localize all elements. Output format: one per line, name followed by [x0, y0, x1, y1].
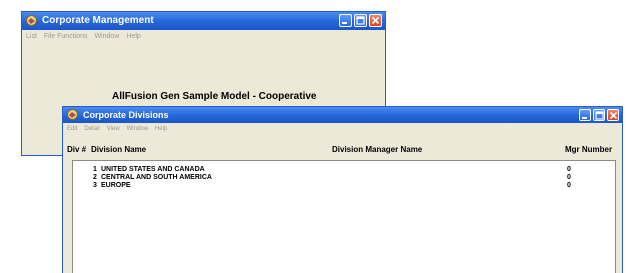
menu-item-edit[interactable]: Edit	[67, 123, 77, 135]
maximize-button[interactable]	[593, 109, 605, 121]
corporate-divisions-window: Corporate Divisions Edit Detail View Win…	[62, 106, 623, 273]
column-header-division-name: Division Name	[91, 145, 147, 154]
table-row[interactable]: 3 EUROPE 0	[73, 182, 615, 191]
close-button[interactable]	[369, 14, 382, 27]
column-header-div-number: Div #	[67, 145, 87, 154]
menu-item-help[interactable]: Help	[155, 123, 167, 135]
row-div-number: 2	[93, 174, 97, 181]
row-division-name: EUROPE	[101, 182, 131, 189]
title-bar[interactable]: Corporate Divisions	[63, 107, 622, 123]
column-headers: Div # Division Name Division Manager Nam…	[63, 145, 622, 157]
minimize-icon	[342, 22, 347, 24]
close-icon	[609, 111, 618, 120]
maximize-button[interactable]	[354, 14, 367, 27]
maximize-icon	[595, 111, 604, 120]
menu-item-help[interactable]: Help	[126, 30, 140, 43]
row-division-name: UNITED STATES AND CANADA	[101, 166, 205, 173]
window-title: Corporate Divisions	[83, 110, 169, 120]
menu-item-window[interactable]: Window	[94, 30, 119, 43]
row-mgr-number: 0	[567, 174, 571, 181]
window-title: Corporate Management	[42, 15, 154, 26]
minimize-icon	[582, 117, 587, 119]
model-heading: AllFusion Gen Sample Model - Cooperative	[112, 91, 317, 102]
row-div-number: 1	[93, 166, 97, 173]
menu-item-view[interactable]: View	[107, 123, 120, 135]
row-div-number: 3	[93, 182, 97, 189]
maximize-icon	[356, 16, 365, 25]
app-icon	[67, 109, 78, 120]
menu-bar: List File Functions Window Help	[22, 30, 385, 43]
divisions-list[interactable]: 1 UNITED STATES AND CANADA 0 2 CENTRAL A…	[72, 160, 616, 273]
menu-item-list[interactable]: List	[26, 30, 37, 43]
row-division-name: CENTRAL AND SOUTH AMERICA	[101, 174, 212, 181]
close-icon	[371, 16, 380, 25]
menu-item-file-functions[interactable]: File Functions	[44, 30, 88, 43]
close-button[interactable]	[607, 109, 619, 121]
column-header-mgr-number: Mgr Number	[565, 145, 613, 154]
minimize-button[interactable]	[579, 109, 591, 121]
row-mgr-number: 0	[567, 166, 571, 173]
column-header-manager-name: Division Manager Name	[332, 145, 423, 154]
app-icon	[26, 15, 37, 26]
menu-bar: Edit Detail View Window Help	[63, 123, 622, 135]
menu-item-window[interactable]: Window	[127, 123, 148, 135]
menu-item-detail[interactable]: Detail	[84, 123, 99, 135]
row-mgr-number: 0	[567, 182, 571, 189]
title-bar[interactable]: Corporate Management	[22, 12, 385, 30]
minimize-button[interactable]	[339, 14, 352, 27]
